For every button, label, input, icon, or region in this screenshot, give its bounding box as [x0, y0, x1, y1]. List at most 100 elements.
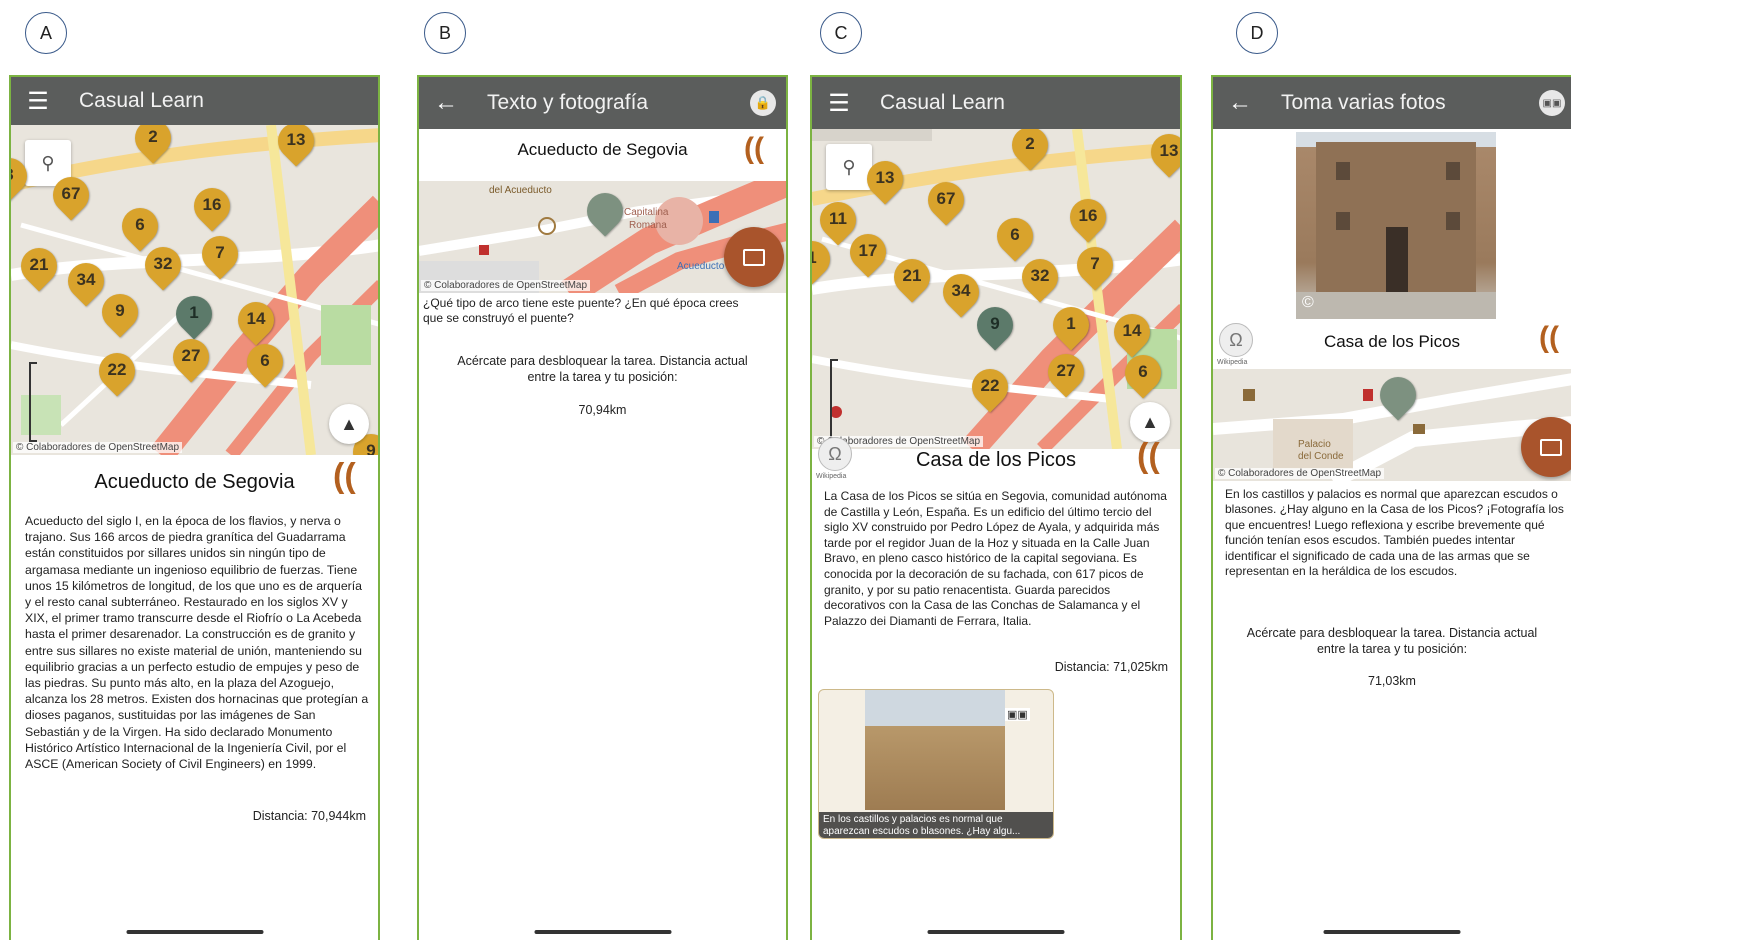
- place-title: Acueducto de Segovia: [94, 471, 295, 493]
- map-view[interactable]: Palacio del Conde © Colaboradores de Ope…: [1213, 369, 1571, 481]
- map-marker-selected[interactable]: 1: [168, 288, 220, 340]
- map-marker[interactable]: 16: [186, 180, 238, 232]
- map-marker[interactable]: 27: [165, 331, 217, 383]
- map-attribution: © Colaboradores de OpenStreetMap: [13, 442, 183, 453]
- map-marker[interactable]: 2: [1004, 129, 1056, 171]
- task-question: ¿Qué tipo de arco tiene este puente? ¿En…: [423, 296, 739, 325]
- app-bar: ← Texto y fotografía 🔒: [419, 77, 786, 129]
- map-marker-selected: [1372, 369, 1424, 421]
- ear-icon[interactable]: ((: [1539, 321, 1559, 355]
- map-marker[interactable]: 1: [812, 233, 838, 285]
- search-icon: ⚲: [41, 152, 55, 173]
- map-marker[interactable]: 17: [842, 226, 894, 278]
- home-indicator[interactable]: [1323, 930, 1461, 934]
- wikipedia-label: Wikipedia: [1217, 359, 1248, 366]
- map-label: del Conde: [1298, 451, 1344, 462]
- distance-text: Distancia: 70,944km: [252, 809, 366, 823]
- phone-screen-d: ← Toma varias fotos ▣▣ © Ω Wikipedia Cas…: [1211, 75, 1571, 940]
- ear-icon[interactable]: ((: [744, 132, 764, 166]
- open-camera-button[interactable]: [724, 227, 784, 287]
- map-marker[interactable]: 22: [91, 345, 143, 397]
- map-marker[interactable]: 6: [1117, 347, 1169, 399]
- map-marker[interactable]: 27: [1040, 346, 1092, 398]
- back-icon[interactable]: ←: [419, 77, 473, 131]
- lock-icon[interactable]: 🔒: [750, 90, 776, 116]
- map-label: Acueducto: [677, 261, 725, 272]
- home-indicator[interactable]: [534, 930, 671, 934]
- copyright-icon: ©: [1302, 294, 1314, 311]
- map-marker[interactable]: 13: [1143, 129, 1180, 178]
- compass-button[interactable]: ▲: [1130, 402, 1170, 442]
- panel-label-d: D: [1236, 12, 1278, 54]
- wikipedia-label: Wikipedia: [816, 473, 847, 480]
- ear-icon[interactable]: ((: [1137, 437, 1160, 476]
- place-description: Acueducto del siglo I, en la época de lo…: [25, 514, 369, 772]
- compass-icon: ▲: [340, 413, 358, 434]
- map-scale: [29, 362, 37, 442]
- map-marker[interactable]: 1: [1045, 299, 1097, 351]
- home-indicator[interactable]: [927, 930, 1065, 934]
- distance-text: Distancia: 71,025km: [1054, 660, 1168, 674]
- building-facade: [1296, 142, 1496, 319]
- multi-photo-icon[interactable]: ▣▣: [1539, 90, 1565, 116]
- multi-photo-icon: ▣▣: [1005, 708, 1030, 721]
- map-marker-selected[interactable]: 9: [969, 299, 1021, 351]
- photo-icon: [1540, 438, 1562, 456]
- task-photo: [865, 690, 1005, 810]
- map-marker[interactable]: 6: [989, 210, 1041, 262]
- app-title: Toma varias fotos: [1281, 91, 1446, 114]
- app-bar: ☰ Casual Learn: [812, 77, 1180, 129]
- map-marker[interactable]: 13: [859, 153, 911, 205]
- map-marker[interactable]: 34: [60, 255, 112, 307]
- map-view[interactable]: ⚲ 2 13 13 67 16 11 6 1 17 21 34 32 7 9 1…: [812, 129, 1180, 449]
- map-marker[interactable]: 22: [964, 361, 1016, 413]
- map-view[interactable]: del Acueducto Capitalina Romana Acueduct…: [419, 181, 786, 293]
- map-marker[interactable]: 67: [45, 169, 97, 221]
- search-icon: ⚲: [842, 156, 856, 177]
- map-label: Romana: [629, 220, 667, 231]
- task-card-caption: En los castillos y palacios es normal qu…: [819, 812, 1053, 838]
- map-attribution: © Colaboradores de OpenStreetMap: [421, 280, 591, 291]
- map-marker[interactable]: 14: [1106, 306, 1158, 358]
- map-view[interactable]: ⚲ 2 13 67 16 6 7 21 34 32 9 1 14 22 27 6…: [11, 125, 378, 455]
- map-scale: [830, 359, 838, 439]
- unlock-message: Acércate para desbloquear la tarea. Dist…: [1246, 626, 1538, 656]
- map-marker[interactable]: 32: [137, 239, 189, 291]
- map-marker[interactable]: 7: [1069, 239, 1121, 291]
- place-photo[interactable]: ©: [1296, 132, 1496, 319]
- unlock-message: Acércate para desbloquear la tarea. Dist…: [457, 354, 748, 384]
- task-card[interactable]: ▣▣ En los castillos y palacios es normal…: [818, 689, 1054, 839]
- phone-screen-c: ☰ Casual Learn ⚲ 2 13 13 67 16 11 6 1 17…: [810, 75, 1182, 940]
- map-marker[interactable]: 13: [270, 125, 322, 167]
- map-marker[interactable]: 21: [886, 251, 938, 303]
- panel-label-c: C: [820, 12, 862, 54]
- compass-icon: ▲: [1141, 411, 1159, 432]
- search-button[interactable]: ⚲: [826, 144, 872, 190]
- map-marker[interactable]: 32: [1014, 251, 1066, 303]
- map-marker[interactable]: 3: [11, 150, 35, 202]
- distance-value: 70,94km: [578, 403, 627, 417]
- place-title: Acueducto de Segovia: [517, 140, 688, 159]
- map-attribution: © Colaboradores de OpenStreetMap: [1215, 468, 1385, 479]
- compass-button[interactable]: ▲: [329, 404, 369, 444]
- map-marker[interactable]: 7: [194, 228, 246, 280]
- app-bar: ← Toma varias fotos ▣▣: [1213, 77, 1571, 129]
- ear-icon[interactable]: ((: [333, 457, 356, 496]
- menu-icon[interactable]: ☰: [11, 77, 65, 129]
- map-marker[interactable]: 21: [13, 240, 65, 292]
- place-title: Casa de los Picos: [915, 449, 1077, 471]
- menu-icon[interactable]: ☰: [812, 77, 866, 131]
- phone-screen-b: ← Texto y fotografía 🔒 Acueducto de Sego…: [417, 75, 788, 940]
- map-marker[interactable]: 6: [239, 336, 291, 388]
- map-marker[interactable]: 16: [1062, 191, 1114, 243]
- map-marker[interactable]: 6: [114, 200, 166, 252]
- app-title: Texto y fotografía: [487, 91, 649, 114]
- map-label: Capitalina: [624, 207, 669, 218]
- map-marker[interactable]: 34: [935, 266, 987, 318]
- map-marker[interactable]: 2: [127, 125, 179, 164]
- map-marker[interactable]: 9: [94, 286, 146, 338]
- home-indicator[interactable]: [126, 930, 263, 934]
- map-marker[interactable]: 67: [920, 174, 972, 226]
- back-icon[interactable]: ←: [1213, 77, 1267, 131]
- map-marker[interactable]: 14: [230, 294, 282, 346]
